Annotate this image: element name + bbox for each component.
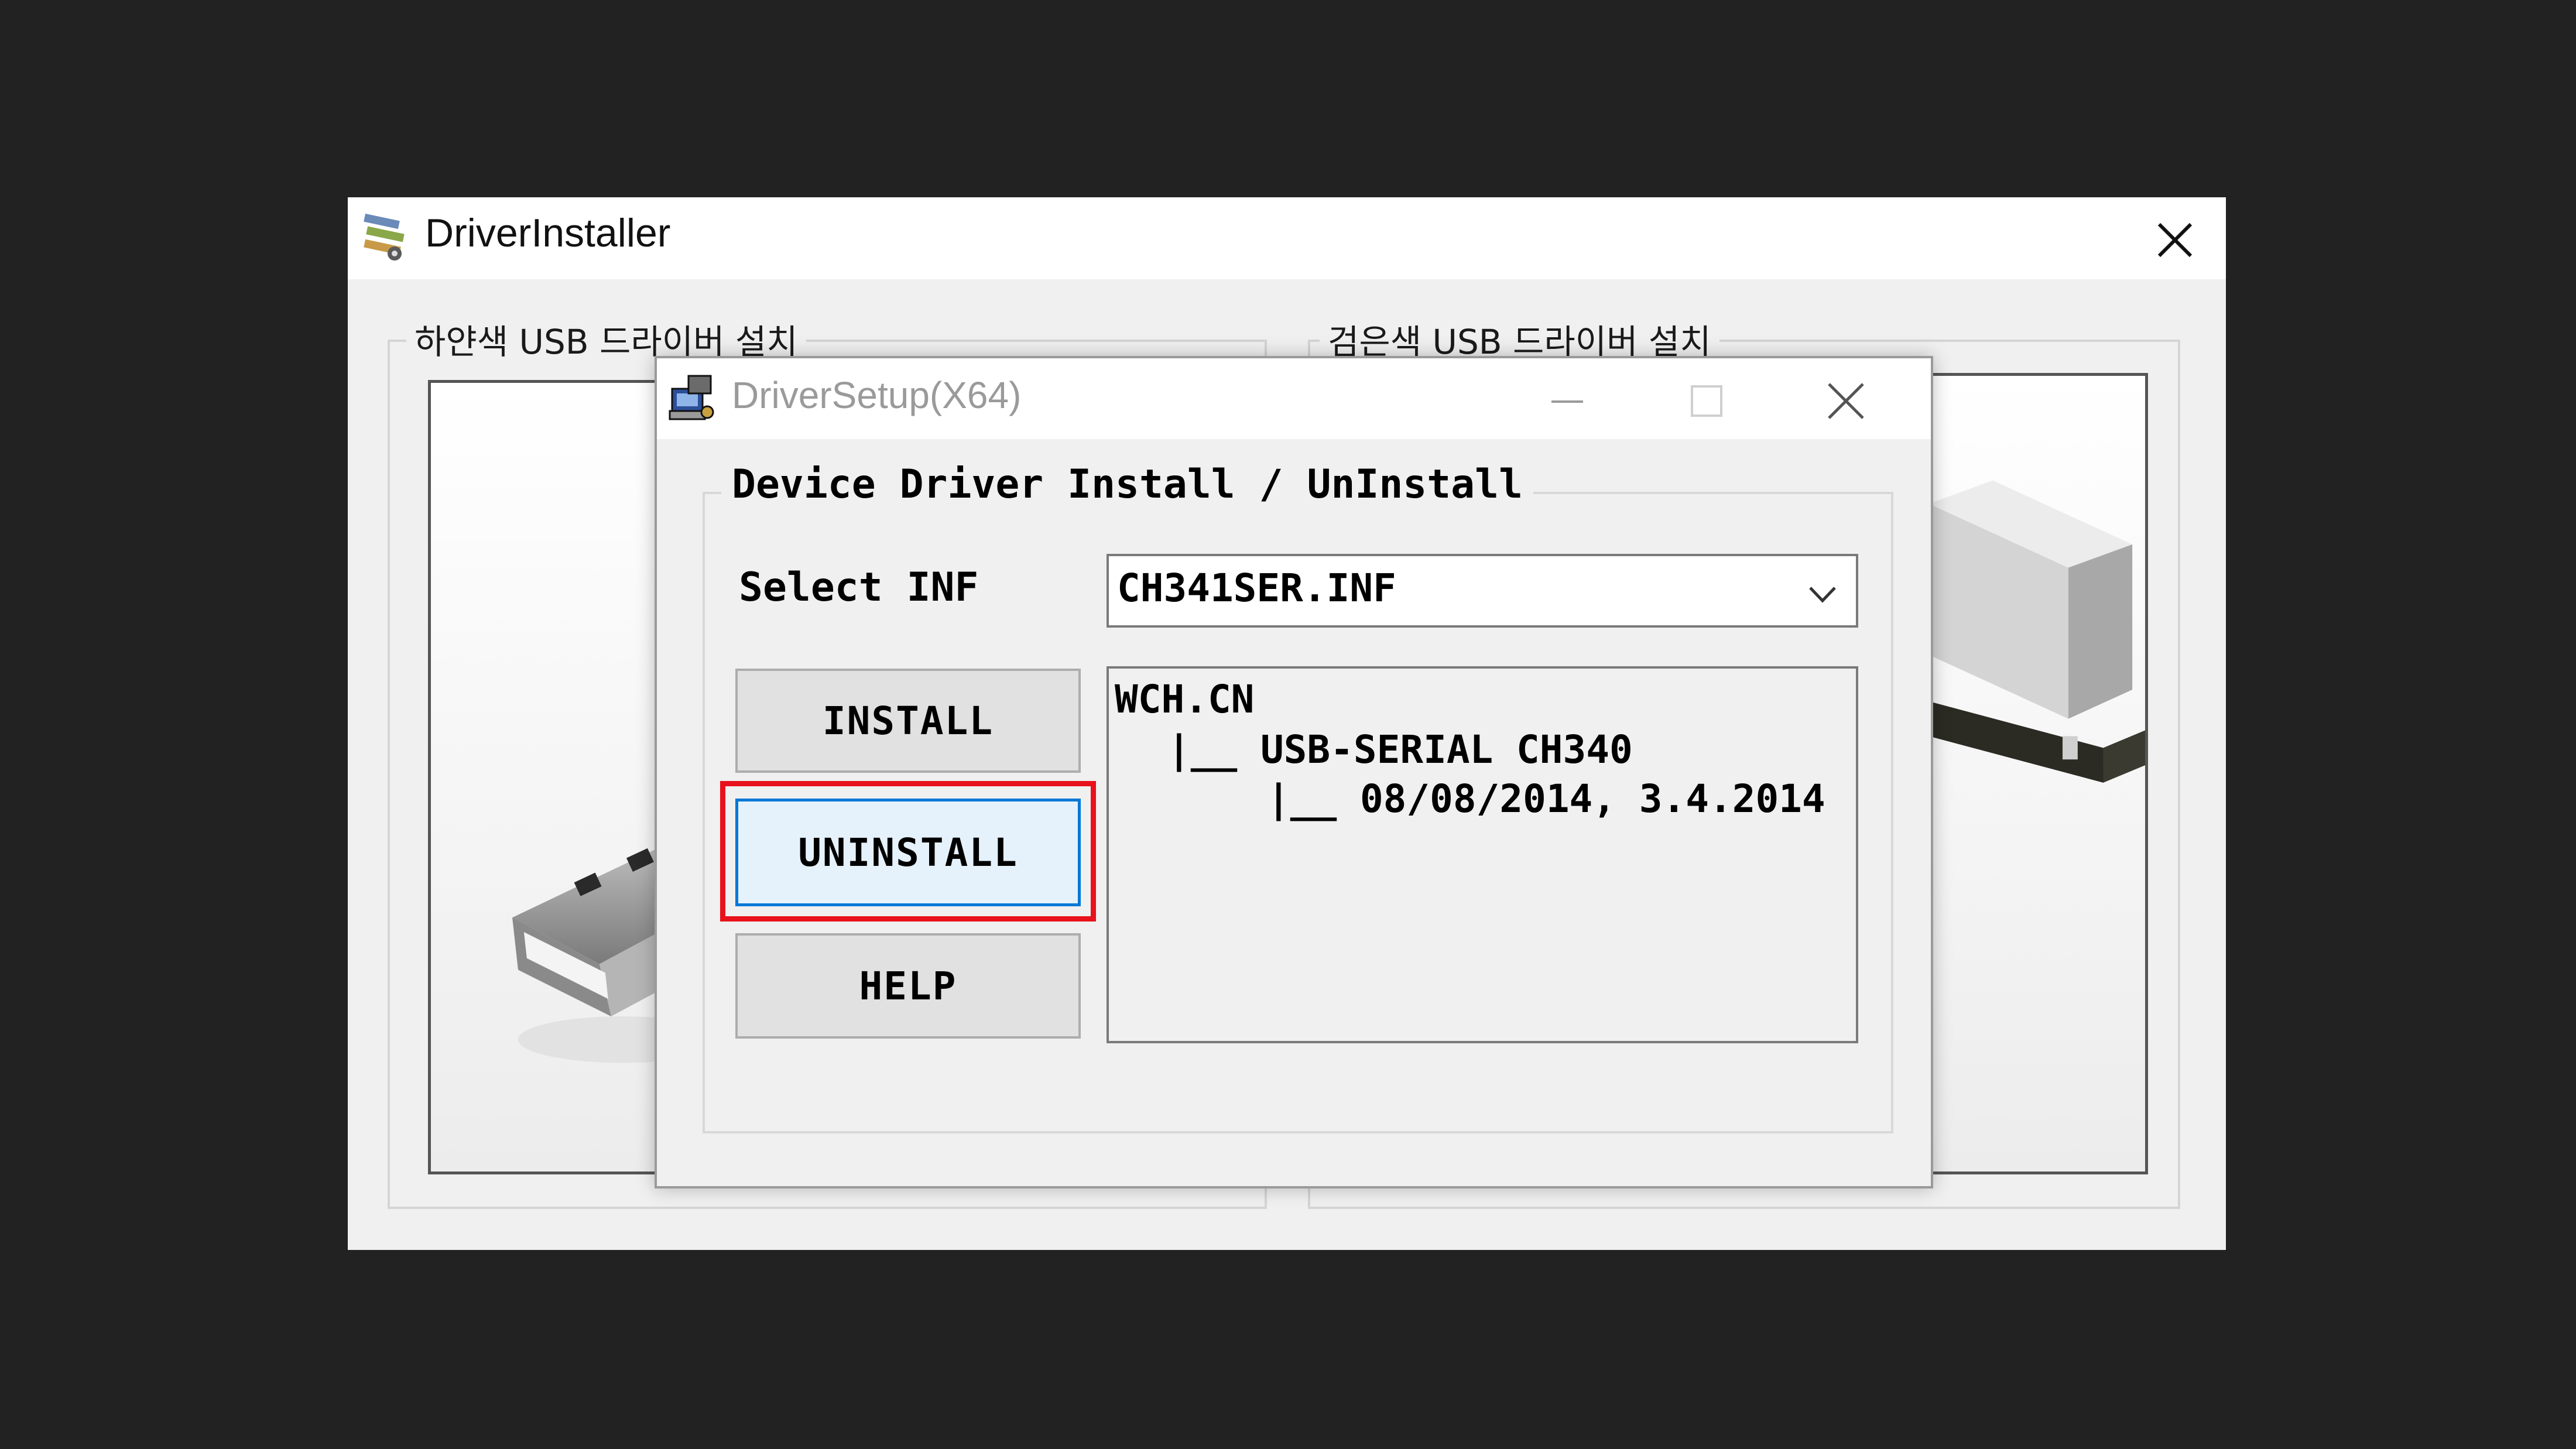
driver-installer-icon: [364, 213, 405, 261]
maximize-icon[interactable]: [1686, 381, 1727, 422]
driver-setup-dialog: DriverSetup(X64) Device Driver Install /…: [655, 356, 1933, 1188]
uninstall-highlight-box: [720, 781, 1096, 922]
minimize-icon[interactable]: [1547, 381, 1588, 422]
info-version: |__ 08/08/2014, 3.4.2014: [1267, 776, 1825, 821]
driver-setup-icon: [669, 375, 714, 420]
chevron-down-icon[interactable]: [1802, 574, 1843, 615]
dialog-close-icon[interactable]: [1823, 378, 1869, 424]
help-button[interactable]: HELP: [735, 933, 1081, 1039]
info-device: |__ USB-SERIAL CH340: [1167, 727, 1633, 772]
info-vendor: WCH.CN: [1115, 677, 1255, 722]
outer-window-title: DriverInstaller: [425, 211, 671, 255]
select-inf-label: Select INF: [739, 564, 979, 611]
device-driver-group-label: Device Driver Install / UnInstall: [721, 461, 1534, 508]
outer-close-icon[interactable]: [2149, 214, 2201, 266]
dialog-title-bar: DriverSetup(X64): [657, 358, 1931, 439]
install-button[interactable]: INSTALL: [735, 669, 1081, 773]
driver-info-box: WCH.CN |__ USB-SERIAL CH340 |__ 08/08/20…: [1107, 666, 1858, 1043]
dialog-title: DriverSetup(X64): [732, 374, 1022, 416]
outer-title-bar: DriverInstaller: [348, 197, 2226, 279]
inf-select-value: CH341SER.INF: [1117, 566, 1396, 611]
inf-select-dropdown[interactable]: CH341SER.INF: [1107, 554, 1858, 628]
